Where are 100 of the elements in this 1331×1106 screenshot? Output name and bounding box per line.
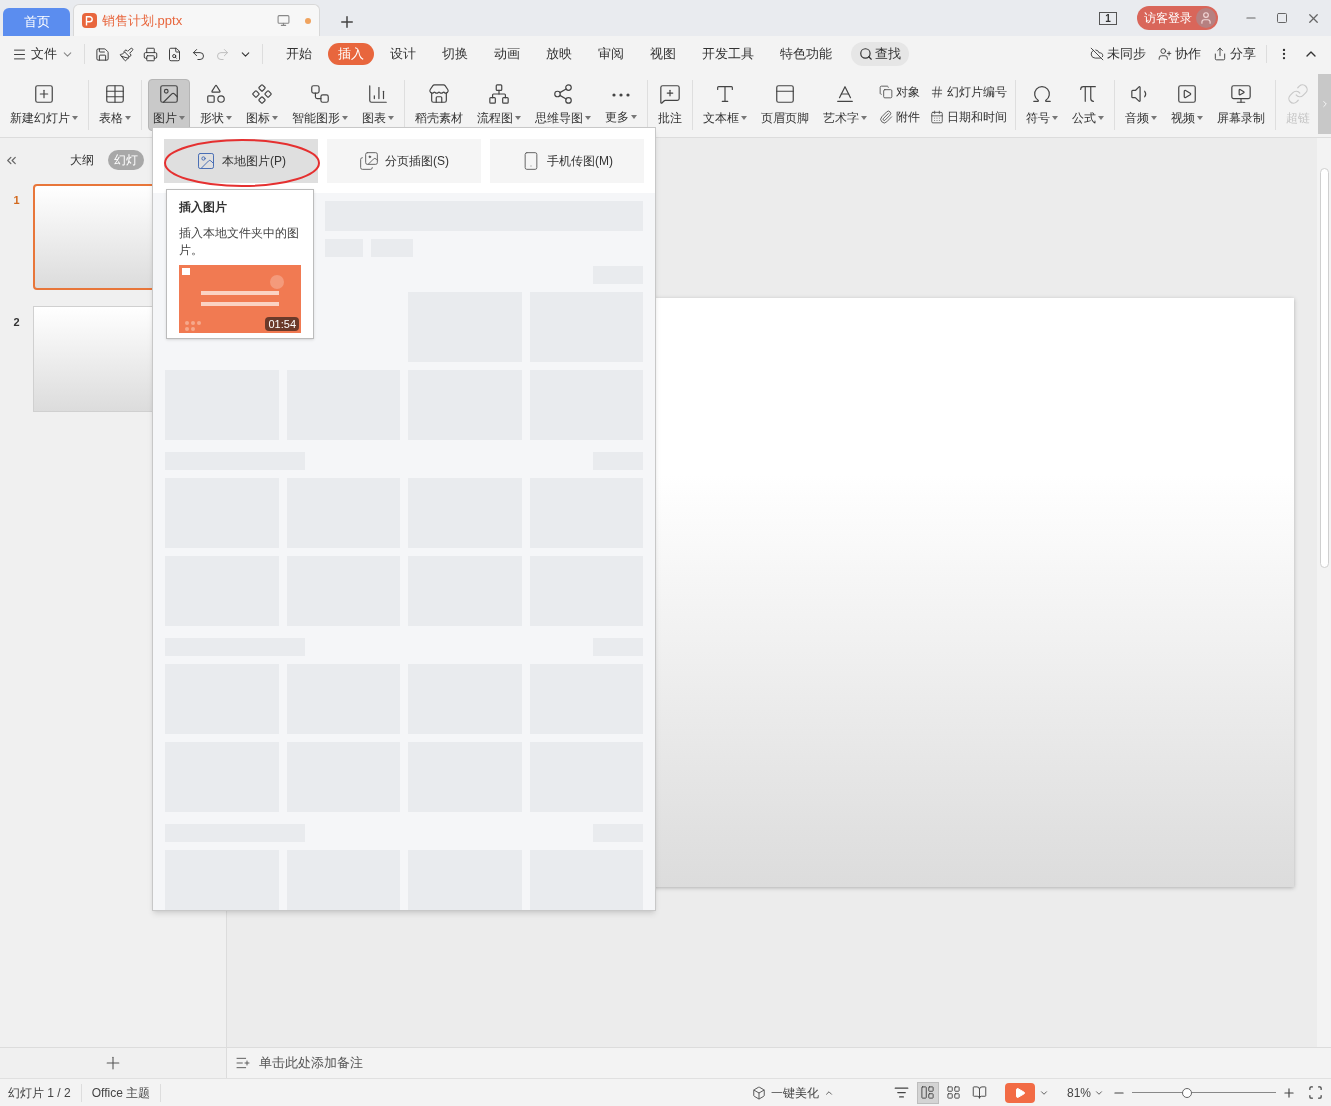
ribbon-tab[interactable]: 动画 [484,43,530,65]
cloud-icon [1090,47,1104,61]
search-icon [859,47,873,61]
mind-map-icon [552,82,574,105]
paperclip-icon [879,110,893,124]
slide-add-icon [33,82,55,105]
ribbon-button[interactable]: 表格 [95,78,135,131]
save-icon[interactable] [95,46,110,62]
monitor-icon [277,14,290,27]
ribbon-tab[interactable]: 视图 [640,43,686,65]
ribbon-button[interactable]: 流程图 [473,78,525,131]
cube-icon [751,1085,766,1100]
slide-number: 2 [12,315,21,330]
ribbon-tab[interactable]: 放映 [536,43,582,65]
video-icon [1176,82,1198,105]
video-duration: 01:54 [265,317,299,331]
beautify-button[interactable]: 一键美化 [751,1083,834,1102]
share-icon [1213,47,1227,61]
bar-chart-icon [367,82,389,105]
panel-tab[interactable]: 大纲 [64,150,100,170]
book-icon [972,1085,988,1100]
insert-option[interactable]: 手机传图(M) [490,139,644,183]
user-add-icon [1158,47,1172,61]
object-icon [879,85,893,99]
toolbar-action[interactable]: 未同步 [1090,44,1146,64]
ribbon-button[interactable]: 文本框 [699,78,751,131]
slider-thumb[interactable] [1181,1087,1192,1098]
ribbon-tab[interactable]: 审阅 [588,43,634,65]
image-icon [158,82,180,105]
ribbon-tab[interactable]: 切换 [432,43,478,65]
zoom-in-icon[interactable] [1282,1085,1296,1100]
maximize-icon[interactable] [1276,12,1288,24]
flowchart-icon [488,82,510,105]
ribbon-button[interactable]: 幻灯片编号 [928,81,1009,103]
ribbon-button[interactable]: 批注 [654,78,686,131]
insert-option[interactable]: 本地图片(P) [164,139,318,183]
ribbon-button[interactable]: 对象 [877,81,922,103]
toolbar-action[interactable]: 分享 [1213,44,1256,64]
fit-window-icon[interactable] [1308,1085,1323,1100]
login-button[interactable]: 访客登录 [1137,6,1218,30]
ribbon-tab[interactable]: 设计 [380,43,426,65]
presentation-file-icon [82,13,97,28]
new-tab-icon[interactable] [338,13,356,31]
link-icon [1287,82,1309,105]
smart-graphic-icon [309,82,331,105]
ribbon-button[interactable]: 音频 [1121,78,1161,131]
ribbon-button[interactable]: 符号 [1022,78,1062,131]
ribbon-tab[interactable]: 特色功能 [770,43,842,65]
ribbon-button[interactable]: 艺术字 [819,78,871,131]
ribbon-tab[interactable]: 开始 [276,43,322,65]
ribbon-button[interactable]: 公式 [1068,78,1108,131]
toolbar-action[interactable]: 协作 [1158,44,1201,64]
ribbon-button[interactable]: 稻壳素材 [411,78,467,131]
play-button[interactable] [1004,1082,1035,1103]
hash-icon [930,85,944,99]
table-icon [104,82,126,105]
undo-icon[interactable] [191,46,206,62]
window-count[interactable]: 1 [1099,11,1117,25]
calendar-icon [930,110,944,124]
tooltip-title: 插入图片 [179,199,228,216]
header-footer-icon [774,82,796,105]
ribbon-button[interactable]: 新建幻灯片 [6,78,82,131]
store-icon [428,82,450,105]
print-preview-icon[interactable] [167,46,182,62]
search-button[interactable]: 查找 [851,42,909,66]
ribbon-button[interactable]: 附件 [877,106,922,128]
ribbon-tab[interactable]: 开发工具 [692,43,764,65]
ribbon-button[interactable]: 智能图形 [288,78,352,131]
ribbon-button[interactable]: 页眉页脚 [757,78,813,131]
ribbon-button[interactable]: 屏幕录制 [1213,78,1269,131]
ribbon-button[interactable]: 视频 [1167,78,1207,131]
view-button[interactable] [916,1081,939,1104]
zoom-slider[interactable] [1132,1086,1276,1099]
icons-icon [251,82,273,105]
layout-icon [920,1085,936,1100]
images-icon [359,151,379,171]
menu-icon [12,46,27,62]
slide-number: 1 [12,193,21,208]
ribbon-button[interactable]: 图表 [358,78,398,131]
file-menu[interactable]: 文件 [12,44,74,64]
ribbon-button[interactable]: 图标 [242,78,282,131]
notes-toggle-icon[interactable] [893,1085,909,1100]
format-painter-icon[interactable] [119,46,134,62]
ribbon-button[interactable]: 思维导图 [531,78,595,131]
theme-name: Office 主题 [91,1084,151,1102]
more-icon [612,92,630,97]
tooltip-description: 插入本地文件夹中的图片。 [179,225,300,259]
print-icon[interactable] [143,46,158,62]
monitor-icon [1230,82,1252,105]
image-icon [196,151,216,171]
ribbon-button[interactable]: 形状 [196,78,236,131]
zoom-level[interactable]: 81% [1066,1083,1091,1102]
grid-icon [946,1085,962,1100]
slide-counter: 幻灯片 1 / 2 [8,1084,71,1102]
insert-option[interactable]: 分页插图(S) [327,139,481,183]
shapes-icon [205,82,227,105]
notes-icon [235,1055,251,1071]
ribbon-button[interactable]: 图片 [148,78,190,131]
ribbon-button[interactable]: 日期和时间 [928,106,1009,128]
play-icon [1013,1086,1026,1099]
